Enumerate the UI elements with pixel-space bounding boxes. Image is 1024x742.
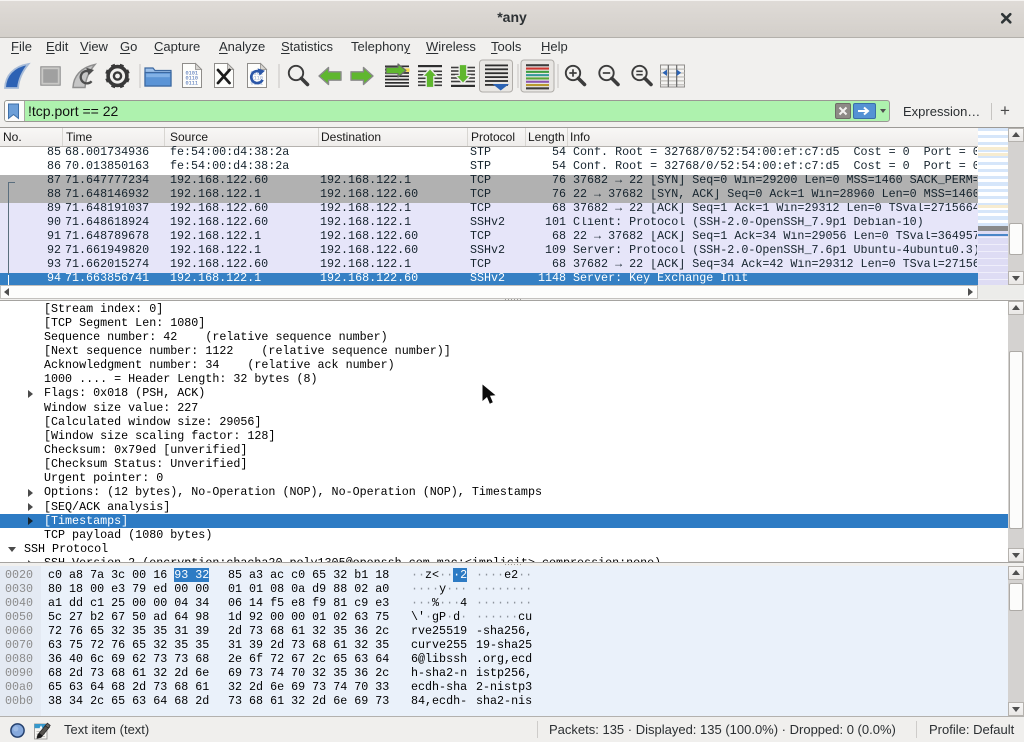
svg-text:0111: 0111	[186, 81, 198, 87]
